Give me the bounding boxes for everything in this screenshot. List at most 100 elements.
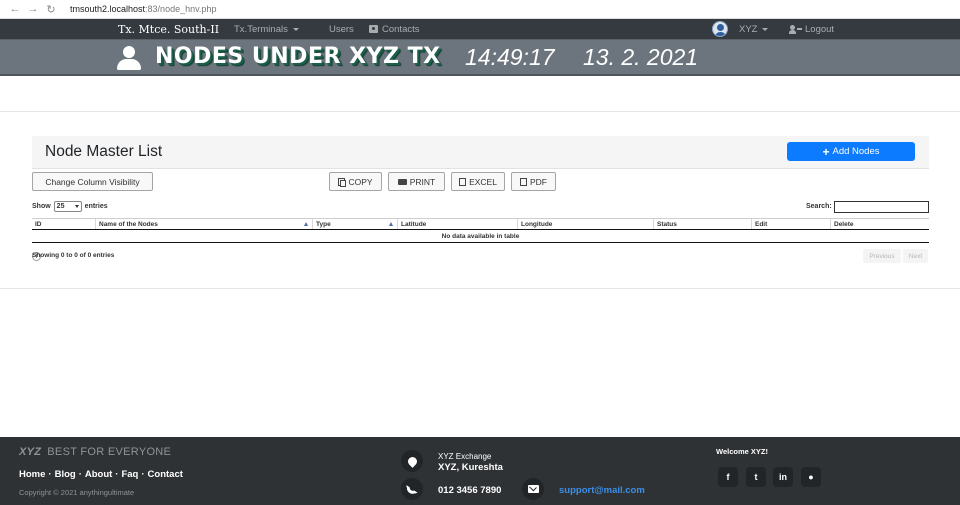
nav-contacts-label: Contacts <box>382 23 420 35</box>
footer-link-contact[interactable]: Contact <box>148 469 183 480</box>
nav-logout[interactable]: Logout <box>789 24 834 35</box>
table-body: No data available in table <box>32 230 929 243</box>
linkedin-icon[interactable]: in <box>773 467 793 487</box>
footer-link-separator: · <box>115 469 119 480</box>
url-host: tmsouth2.localhost <box>70 4 146 14</box>
column-header-latitude[interactable]: Latitude <box>398 219 518 229</box>
sort-asc-icon <box>389 222 393 226</box>
footer-copyright: Copyright © 2021 anythingultimate <box>19 488 135 497</box>
page-size-select[interactable]: 25 <box>53 201 82 212</box>
excel-label: EXCEL <box>469 176 497 187</box>
footer-link-home[interactable]: Home <box>19 469 45 480</box>
top-navbar: Tx. Mtce. South-II Tx.Terminals Users Co… <box>0 19 960 39</box>
footer-link-blog[interactable]: Blog <box>55 469 76 480</box>
search-label: Search: <box>806 203 832 210</box>
page-size-value: 25 <box>56 203 65 210</box>
footer-phone: 012 3456 7890 <box>438 485 502 496</box>
column-header-status[interactable]: Status <box>654 219 752 229</box>
footer-logo: XYZ <box>19 446 42 458</box>
print-icon <box>397 178 407 185</box>
column-header-edit[interactable]: Edit <box>752 219 831 229</box>
nav-terminals-dropdown[interactable]: Tx.Terminals <box>234 24 299 35</box>
nav-user-name: XYZ <box>739 23 758 35</box>
footer-brand: XYZ BEST FOR EVERYONE <box>19 446 171 458</box>
page-footer: XYZ BEST FOR EVERYONE Home · Blog · About · … <box>0 437 960 505</box>
card-title: Node Master List <box>45 143 163 160</box>
twitter-icon[interactable]: t <box>746 467 766 487</box>
url-field[interactable]: i tmsouth2.localhost:83/node_hnv.php <box>32 4 217 261</box>
nav-logout-label: Logout <box>805 23 835 35</box>
nav-users[interactable]: Users <box>329 24 354 35</box>
github-icon[interactable]: ● <box>801 467 821 487</box>
reload-icon[interactable]: ↻ <box>44 3 58 16</box>
map-pin-icon <box>401 450 423 472</box>
browser-address-bar: ← → ↻ i tmsouth2.localhost:83/node_hnv.p… <box>0 0 960 261</box>
caret-down-icon <box>762 27 769 31</box>
address-book-icon <box>369 25 378 33</box>
user-avatar[interactable] <box>712 21 728 37</box>
table-info: Showing 0 to 0 of 0 entries <box>32 252 115 259</box>
nav-contacts[interactable]: Contacts <box>369 24 420 35</box>
footer-link-about[interactable]: About <box>85 469 112 480</box>
back-arrow-icon[interactable]: ← <box>8 3 22 15</box>
table-header-row: ID Name of the Nodes Type Latitude Longi… <box>32 218 929 230</box>
pagination-next[interactable]: Next <box>903 249 928 263</box>
footer-address-line2: XYZ, Kureshta <box>438 462 503 473</box>
clock-date: 13. 2. 2021 <box>583 44 699 70</box>
change-column-visibility-label: Change Column Visibility <box>45 176 140 187</box>
user-logout-icon <box>789 24 802 34</box>
add-nodes-label: Add Nodes <box>832 146 880 157</box>
navbar-brand[interactable]: Tx. Mtce. South-II <box>118 23 219 36</box>
forward-arrow-icon[interactable]: → <box>26 3 40 15</box>
add-nodes-button[interactable]: + Add Nodes <box>787 142 915 161</box>
footer-link-separator: · <box>78 469 82 480</box>
print-button[interactable]: PRINT <box>388 172 445 191</box>
nodes-table: ID Name of the Nodes Type Latitude Longi… <box>32 218 929 243</box>
excel-file-icon <box>459 177 467 186</box>
section-divider <box>0 111 960 112</box>
footer-link-faq[interactable]: Faq <box>121 469 138 480</box>
column-header-type[interactable]: Type <box>313 219 398 229</box>
nav-user-dropdown[interactable]: XYZ <box>739 23 769 35</box>
envelope-icon <box>522 478 544 500</box>
page-header-banner: NODES UNDER XYZ TX 14:49:17 13. 2. 2021 <box>0 39 960 76</box>
plus-icon: + <box>822 144 830 159</box>
pdf-file-icon <box>520 177 527 186</box>
url-path: :83/node_hnv.php <box>145 4 217 14</box>
show-entries-control: Show 25 entries <box>32 201 108 212</box>
facebook-icon[interactable]: f <box>718 467 738 487</box>
clock-time: 14:49:17 <box>465 44 555 70</box>
phone-icon <box>401 478 423 500</box>
table-empty-row: No data available in table <box>32 230 929 243</box>
pdf-label: PDF <box>530 176 547 187</box>
show-label: Show <box>32 203 51 210</box>
entries-label: entries <box>84 203 108 210</box>
nav-terminals-label: Tx.Terminals <box>234 23 288 35</box>
column-header-name[interactable]: Name of the Nodes <box>96 219 313 229</box>
excel-button[interactable]: EXCEL <box>451 172 505 191</box>
copy-label: COPY <box>348 176 373 187</box>
search-input[interactable] <box>834 201 929 213</box>
copy-button[interactable]: COPY <box>329 172 382 191</box>
footer-tagline: BEST FOR EVERYONE <box>47 446 172 458</box>
pdf-button[interactable]: PDF <box>511 172 556 191</box>
chevron-down-icon <box>74 205 79 208</box>
print-label: PRINT <box>409 176 436 187</box>
footer-link-separator: · <box>48 469 52 480</box>
footer-link-separator: · <box>141 469 145 480</box>
footer-email-link[interactable]: support@mail.com <box>559 485 645 496</box>
page-title: NODES UNDER XYZ TX <box>155 44 441 69</box>
section-divider <box>0 288 960 289</box>
sort-asc-icon <box>304 222 308 226</box>
caret-down-icon <box>292 27 299 31</box>
pagination-previous[interactable]: Previous <box>863 249 901 263</box>
change-column-visibility-button[interactable]: Change Column Visibility <box>32 172 153 191</box>
copy-icon <box>338 177 347 187</box>
footer-address-line1: XYZ Exchange <box>438 452 492 461</box>
column-header-longitude[interactable]: Longitude <box>518 219 654 229</box>
footer-welcome: Welcome XYZ! <box>716 447 768 456</box>
user-icon <box>115 46 143 70</box>
footer-links: Home · Blog · About · Faq · Contact <box>19 469 183 480</box>
column-header-delete[interactable]: Delete <box>831 219 929 229</box>
column-header-id[interactable]: ID <box>32 219 96 229</box>
